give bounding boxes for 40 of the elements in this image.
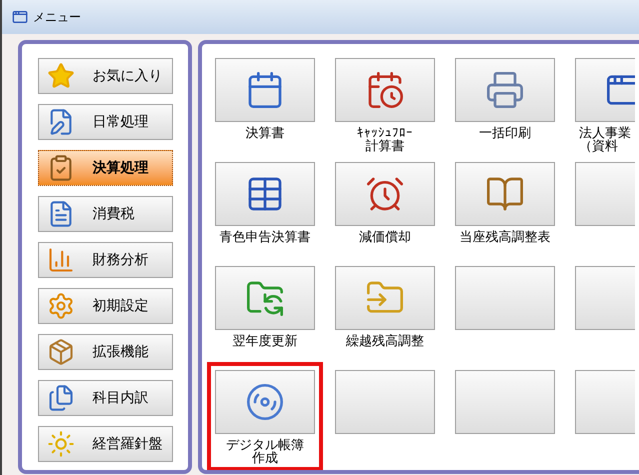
- sidebar-item[interactable]: 財務分析: [38, 242, 172, 278]
- tool-label: 当座残高調整表: [460, 231, 550, 244]
- box-icon: [46, 338, 74, 366]
- tool-button[interactable]: [215, 370, 315, 434]
- disc-icon: [245, 382, 285, 422]
- tool-button[interactable]: [335, 58, 435, 122]
- chart-icon: [46, 246, 74, 274]
- tool-label: 減価償却: [359, 231, 411, 244]
- sidebar-item[interactable]: 決算処理: [38, 150, 172, 186]
- tool-label: ｷｬｯｼｭﾌﾛｰ 計算書: [357, 127, 413, 153]
- tool-label: 一括印刷: [479, 127, 531, 140]
- sidebar-item[interactable]: 経営羅針盤: [38, 426, 172, 462]
- tool-label: 青色申告決算書: [220, 231, 310, 244]
- tool-label: 法人事業 （資料: [579, 127, 631, 153]
- tool-button[interactable]: [215, 162, 315, 226]
- tool-label: 決算書: [246, 127, 284, 140]
- sidebar-item[interactable]: 消費税: [38, 196, 172, 232]
- gear-icon: [46, 292, 74, 320]
- tool-button[interactable]: [215, 58, 315, 122]
- window-title: メニュー: [33, 9, 81, 26]
- sidebar-item[interactable]: 科目内訳: [38, 380, 172, 416]
- tool-button[interactable]: [455, 162, 555, 226]
- documents-icon: [46, 384, 74, 412]
- printer-icon: [485, 70, 525, 110]
- tool-button[interactable]: [455, 58, 555, 122]
- sidebar-item[interactable]: 初期設定: [38, 288, 172, 324]
- tool-label: 翌年度更新: [232, 335, 298, 348]
- sun-icon: [46, 430, 74, 458]
- blank-button[interactable]: [455, 370, 555, 434]
- tool-label: デジタル帳簿 作成: [226, 439, 304, 465]
- tool-label: 繰越残高調整: [346, 335, 424, 348]
- sidebar-item[interactable]: 拡張機能: [38, 334, 172, 370]
- sidebar-item[interactable]: 日常処理: [38, 104, 172, 140]
- tool-button[interactable]: [335, 162, 435, 226]
- sidebar-item[interactable]: お気に入り: [38, 58, 172, 94]
- tool-button[interactable]: [215, 266, 315, 330]
- window-icon: [12, 9, 28, 25]
- star-icon: [46, 62, 74, 90]
- blank-button[interactable]: [335, 370, 435, 434]
- blank-button[interactable]: [455, 266, 555, 330]
